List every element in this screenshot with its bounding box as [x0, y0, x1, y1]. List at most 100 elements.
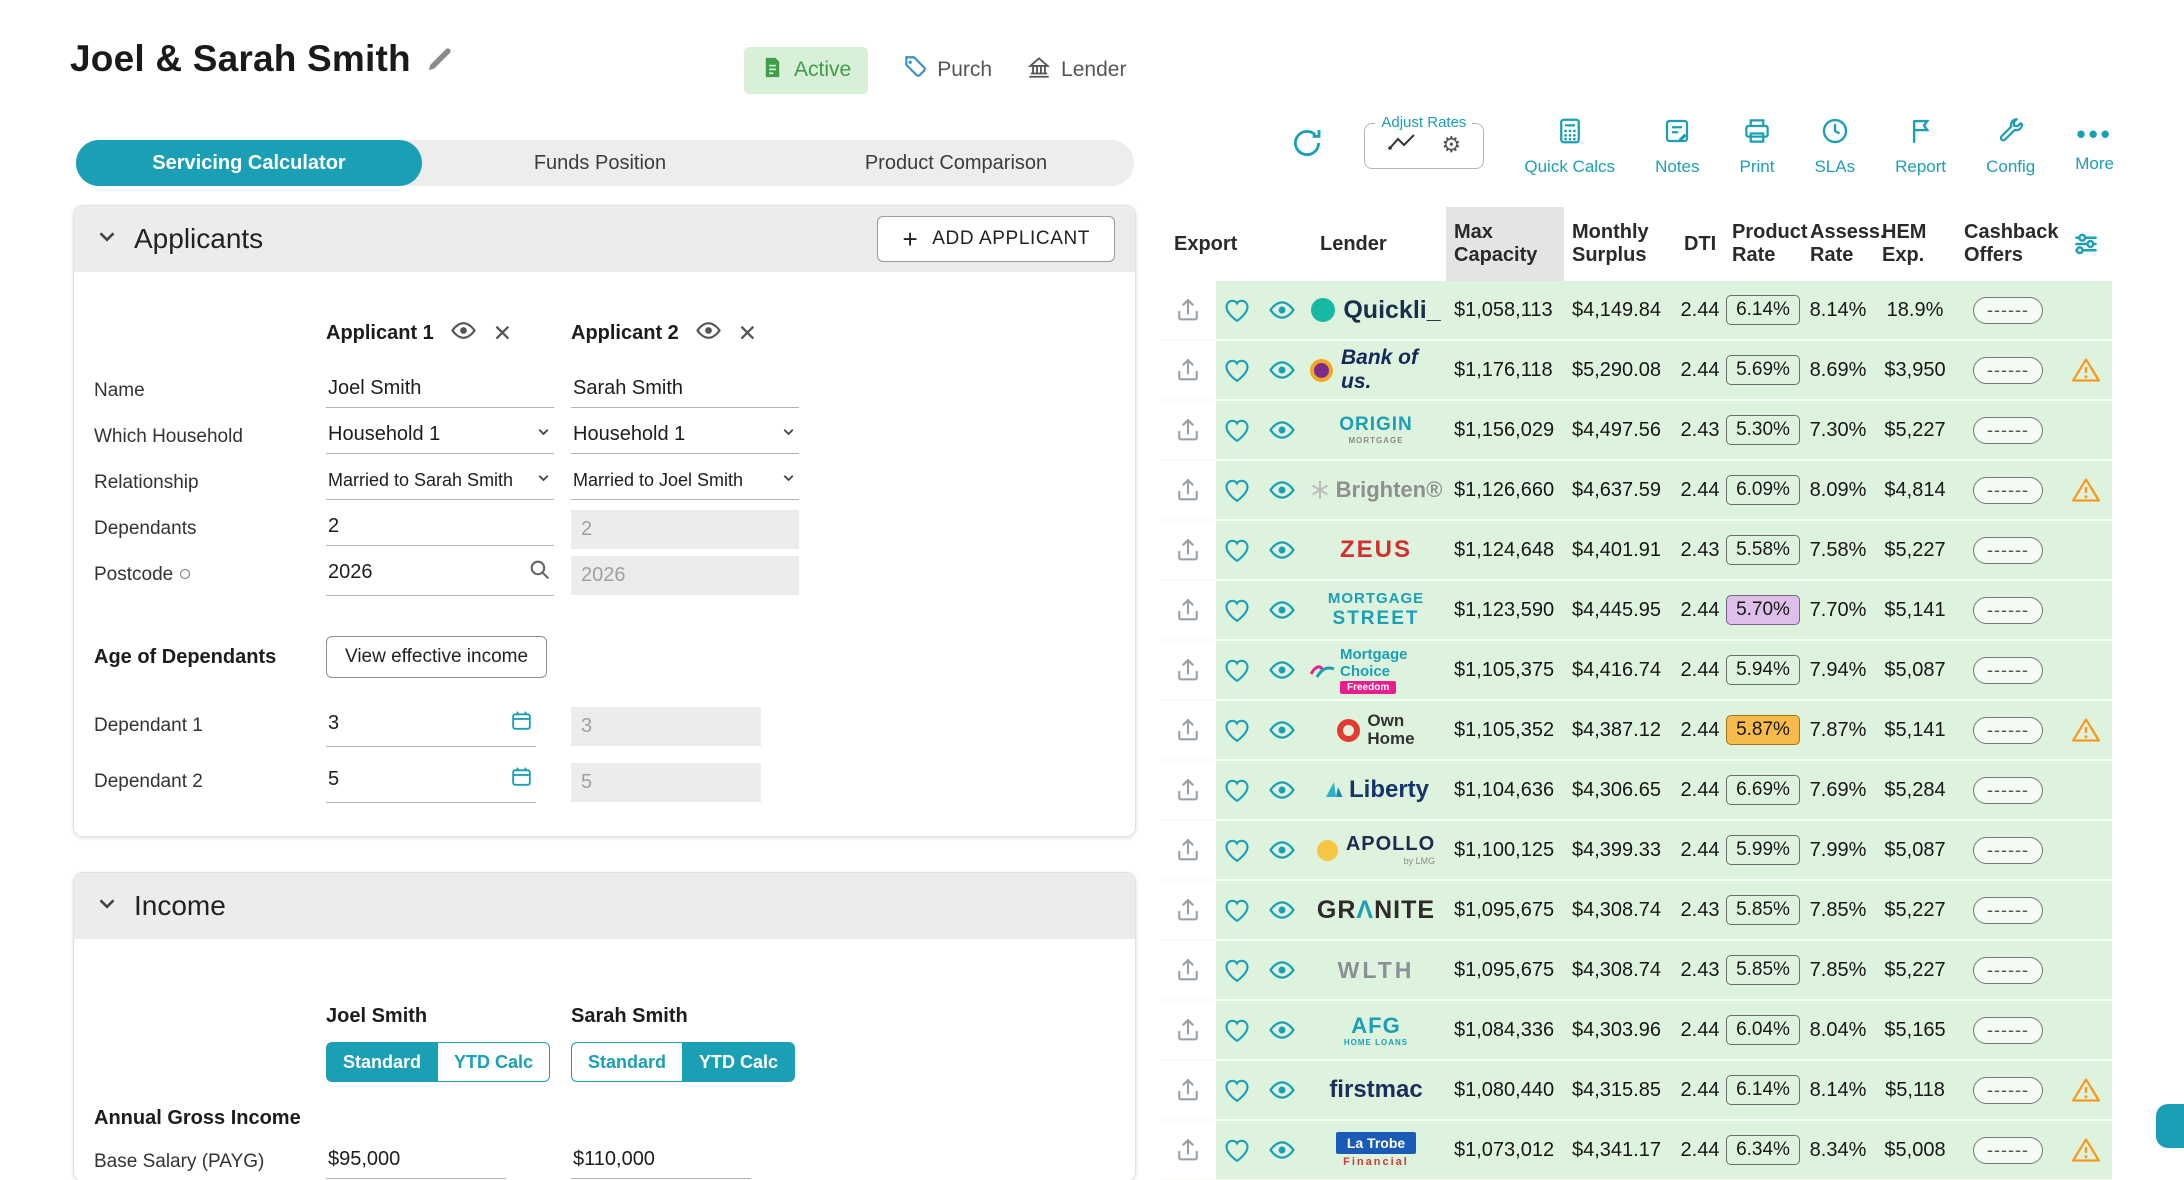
lender-row[interactable]: Brighten®$1,126,660$4,637.592.446.09%8.0…	[1160, 461, 2112, 521]
export-icon[interactable]	[1160, 821, 1216, 879]
cashback-offers-button[interactable]: ------	[1956, 581, 2060, 639]
column-header-export[interactable]: Export	[1160, 207, 1306, 281]
cashback-offers-button[interactable]: ------	[1956, 1061, 2060, 1119]
favorite-heart-icon[interactable]	[1216, 521, 1258, 579]
base-salary-applicant1[interactable]: $95,000	[326, 1146, 506, 1179]
calendar-icon[interactable]	[509, 708, 534, 739]
lender-row[interactable]: OwnHome$1,105,352$4,387.122.445.87%7.87%…	[1160, 701, 2112, 761]
favorite-heart-icon[interactable]	[1216, 881, 1258, 939]
toolbar-slas[interactable]: SLAs	[1814, 116, 1855, 177]
toolbar-notes[interactable]: Notes	[1655, 116, 1699, 177]
standard-toggle[interactable]: Standard	[571, 1042, 682, 1082]
product-rate-chip[interactable]: 6.14%	[1724, 1061, 1802, 1119]
view-eye-icon[interactable]	[1258, 281, 1306, 339]
column-header-hem-exp[interactable]: HEM Exp.	[1874, 207, 1956, 281]
export-icon[interactable]	[1160, 341, 1216, 399]
toolbar-more[interactable]: ••• More	[2075, 119, 2114, 174]
view-eye-icon[interactable]	[1258, 1121, 1306, 1179]
view-eye-icon[interactable]	[1258, 941, 1306, 999]
view-eye-icon[interactable]	[1258, 821, 1306, 879]
search-icon[interactable]	[527, 557, 552, 588]
column-header-product-rate[interactable]: Product Rate	[1724, 207, 1802, 281]
close-icon[interactable]: ✕	[493, 322, 512, 345]
lender-row[interactable]: ZEUS$1,124,648$4,401.912.435.58%7.58%$5,…	[1160, 521, 2112, 581]
edit-title-icon[interactable]	[425, 44, 455, 74]
cashback-offers-button[interactable]: ------	[1956, 341, 2060, 399]
cashback-offers-button[interactable]: ------	[1956, 281, 2060, 339]
export-icon[interactable]	[1160, 1061, 1216, 1119]
add-applicant-button[interactable]: + ADD APPLICANT	[877, 216, 1115, 262]
export-icon[interactable]	[1160, 1121, 1216, 1179]
toolbar-report[interactable]: Report	[1895, 116, 1946, 177]
favorite-heart-icon[interactable]	[1216, 281, 1258, 339]
export-icon[interactable]	[1160, 641, 1216, 699]
tab-funds-position[interactable]: Funds Position	[422, 140, 778, 186]
postcode-field-applicant1[interactable]: 2026	[326, 555, 554, 596]
column-header-lender[interactable]: Lender	[1306, 207, 1446, 281]
export-icon[interactable]	[1160, 281, 1216, 339]
adjust-rates-widget[interactable]: Adjust Rates ⚙	[1364, 123, 1484, 169]
dependant1-age-applicant1[interactable]: 3	[326, 706, 536, 747]
favorite-heart-icon[interactable]	[1216, 641, 1258, 699]
refresh-icon[interactable]	[1290, 126, 1324, 166]
favorite-heart-icon[interactable]	[1216, 1121, 1258, 1179]
cashback-offers-button[interactable]: ------	[1956, 881, 2060, 939]
household-select-applicant1[interactable]: Household 1	[326, 421, 554, 454]
export-icon[interactable]	[1160, 401, 1216, 459]
column-header-monthly-surplus[interactable]: Monthly Surplus	[1564, 207, 1676, 281]
lender-row[interactable]: APOLLOby LMG$1,100,125$4,399.332.445.99%…	[1160, 821, 2112, 881]
product-rate-chip[interactable]: 5.58%	[1724, 521, 1802, 579]
chat-button[interactable]	[2156, 1104, 2184, 1148]
favorite-heart-icon[interactable]	[1216, 341, 1258, 399]
lender-row[interactable]: MORTGAGESTREET$1,123,590$4,445.952.445.7…	[1160, 581, 2112, 641]
tab-product-comparison[interactable]: Product Comparison	[778, 140, 1134, 186]
view-eye-icon[interactable]	[1258, 881, 1306, 939]
product-rate-chip[interactable]: 6.09%	[1724, 461, 1802, 519]
eye-icon[interactable]	[450, 317, 477, 350]
cashback-offers-button[interactable]: ------	[1956, 641, 2060, 699]
product-rate-chip[interactable]: 5.30%	[1724, 401, 1802, 459]
column-header-assess-rate[interactable]: Assess. Rate	[1802, 207, 1874, 281]
income-section-header[interactable]: Income	[74, 873, 1135, 939]
cashback-offers-button[interactable]: ------	[1956, 1121, 2060, 1179]
lender-row[interactable]: firstmac$1,080,440$4,315.852.446.14%8.14…	[1160, 1061, 2112, 1121]
product-rate-chip[interactable]: 5.69%	[1724, 341, 1802, 399]
view-eye-icon[interactable]	[1258, 641, 1306, 699]
view-effective-income-button[interactable]: View effective income	[326, 636, 547, 678]
favorite-heart-icon[interactable]	[1216, 941, 1258, 999]
cashback-offers-button[interactable]: ------	[1956, 761, 2060, 819]
view-eye-icon[interactable]	[1258, 461, 1306, 519]
lender-row[interactable]: Mortgage ChoiceFreedom$1,105,375$4,416.7…	[1160, 641, 2112, 701]
tab-servicing-calculator[interactable]: Servicing Calculator	[76, 140, 422, 186]
view-eye-icon[interactable]	[1258, 1061, 1306, 1119]
toolbar-config[interactable]: Config	[1986, 116, 2035, 177]
favorite-heart-icon[interactable]	[1216, 581, 1258, 639]
export-icon[interactable]	[1160, 581, 1216, 639]
cashback-offers-button[interactable]: ------	[1956, 461, 2060, 519]
product-rate-chip[interactable]: 6.14%	[1724, 281, 1802, 339]
cashback-offers-button[interactable]: ------	[1956, 1001, 2060, 1059]
export-icon[interactable]	[1160, 701, 1216, 759]
view-eye-icon[interactable]	[1258, 581, 1306, 639]
export-icon[interactable]	[1160, 461, 1216, 519]
view-eye-icon[interactable]	[1258, 401, 1306, 459]
product-rate-chip[interactable]: 5.85%	[1724, 941, 1802, 999]
relationship-select-applicant1[interactable]: Married to Sarah Smith	[326, 467, 554, 500]
lender-row[interactable]: Liberty$1,104,636$4,306.652.446.69%7.69%…	[1160, 761, 2112, 821]
close-icon[interactable]: ✕	[738, 322, 757, 345]
export-icon[interactable]	[1160, 941, 1216, 999]
view-eye-icon[interactable]	[1258, 521, 1306, 579]
favorite-heart-icon[interactable]	[1216, 461, 1258, 519]
applicants-section-header[interactable]: Applicants + ADD APPLICANT	[74, 206, 1135, 272]
favorite-heart-icon[interactable]	[1216, 761, 1258, 819]
toolbar-print[interactable]: Print	[1739, 116, 1774, 177]
relationship-select-applicant2[interactable]: Married to Joel Smith	[571, 467, 799, 500]
base-salary-applicant2[interactable]: $110,000	[571, 1146, 751, 1179]
view-eye-icon[interactable]	[1258, 341, 1306, 399]
cashback-offers-button[interactable]: ------	[1956, 701, 2060, 759]
lender-row[interactable]: AFGHOME LOANS$1,084,336$4,303.962.446.04…	[1160, 1001, 2112, 1061]
product-rate-chip[interactable]: 6.34%	[1724, 1121, 1802, 1179]
cashback-offers-button[interactable]: ------	[1956, 401, 2060, 459]
export-icon[interactable]	[1160, 761, 1216, 819]
cashback-offers-button[interactable]: ------	[1956, 941, 2060, 999]
